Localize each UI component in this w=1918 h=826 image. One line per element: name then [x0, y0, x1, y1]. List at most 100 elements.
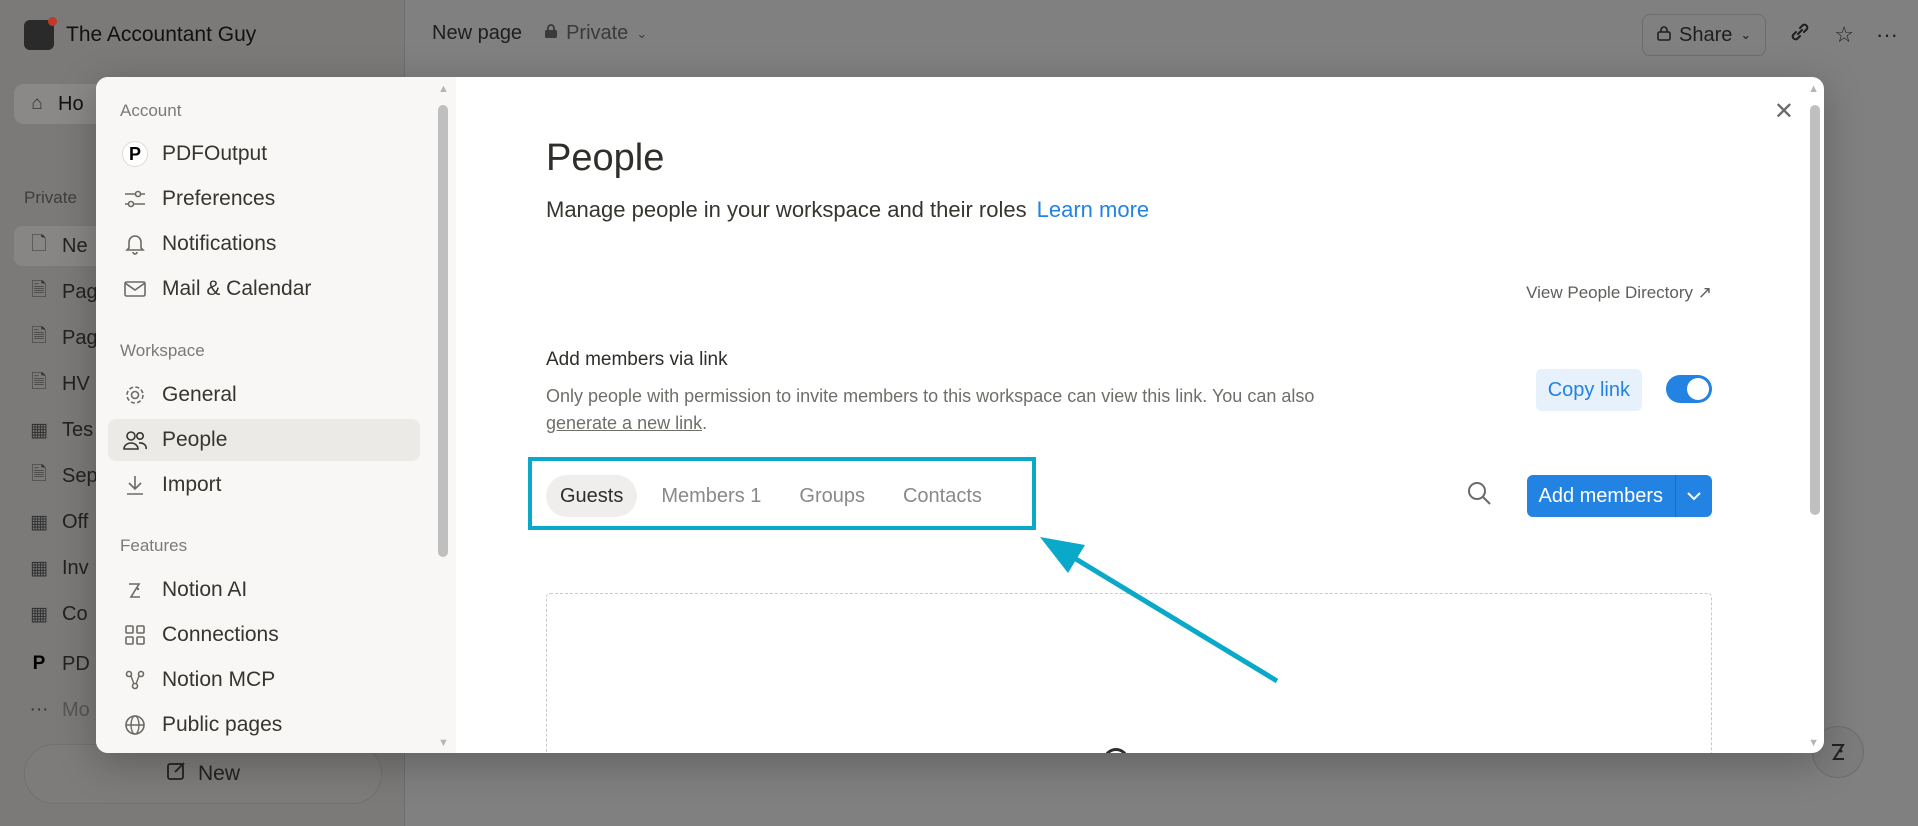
guests-empty-state [546, 593, 1712, 753]
chevron-down-icon[interactable] [1676, 475, 1712, 517]
invite-link-description-text: Only people with permission to invite me… [546, 386, 1315, 406]
settings-item-import[interactable]: Import [108, 464, 420, 506]
settings-item-label: General [162, 383, 237, 406]
chevron-down-icon: ⌄ [1740, 27, 1752, 42]
page-icon: 🗎 [31, 326, 47, 347]
sliders-icon [122, 190, 148, 208]
scroll-up-arrow-icon[interactable]: ▲ [438, 83, 449, 95]
pdfoutput-logo-icon: P [122, 141, 148, 167]
table-icon: ▦ [30, 419, 48, 441]
settings-item-mail-calendar[interactable]: Mail & Calendar [108, 268, 420, 310]
table-icon: ▦ [30, 603, 48, 625]
workspace-switcher[interactable]: The Accountant Guy [24, 17, 257, 50]
page-title[interactable]: New page [432, 22, 522, 45]
sidebar-page-label: Sep [62, 464, 98, 487]
features-section-heading: Features [120, 536, 188, 555]
settings-item-label: Preferences [162, 187, 276, 210]
share-button[interactable]: Share ⌄ [1642, 14, 1767, 56]
sidebar-page-label: Pag [62, 280, 98, 303]
settings-item-pdfoutput[interactable]: P PDFOutput [108, 133, 420, 175]
settings-item-notion-mcp[interactable]: Notion MCP [108, 659, 420, 701]
chevron-down-icon: ⌄ [636, 25, 648, 41]
settings-item-connections[interactable]: Connections [108, 614, 420, 656]
page-title: People [546, 137, 665, 179]
sidebar-page-label: HV [62, 372, 90, 395]
people-subtitle: Manage people in your workspace and thei… [546, 197, 1149, 223]
settings-item-label: Mail & Calendar [162, 277, 312, 300]
account-section-heading: Account [120, 101, 182, 120]
sidebar-page-label: PD [62, 652, 90, 675]
view-people-directory-link[interactable]: View People Directory ↗ [1526, 283, 1712, 303]
search-icon[interactable] [1466, 480, 1492, 511]
workspace-section-heading: Workspace [120, 341, 205, 360]
sidebar-home-label: Ho [58, 92, 84, 115]
gear-icon [122, 384, 148, 406]
lock-icon [544, 22, 558, 45]
settings-item-notion-ai[interactable]: Notion AI [108, 569, 420, 611]
add-members-button[interactable]: Add members [1526, 475, 1712, 517]
settings-item-general[interactable]: General [108, 374, 420, 416]
mail-icon [122, 280, 148, 298]
subtitle-text: Manage people in your workspace and thei… [546, 197, 1027, 222]
settings-item-label: Notifications [162, 232, 277, 255]
settings-item-notifications[interactable]: Notifications [108, 223, 420, 265]
star-icon[interactable]: ☆ [1834, 22, 1854, 48]
settings-item-label: Public pages [162, 713, 283, 736]
generate-new-link[interactable]: generate a new link [546, 413, 702, 433]
sidebar-page-label: Inv [62, 556, 89, 579]
settings-sidebar: ▲ ▼ Account P PDFOutput Preferences Noti… [96, 77, 456, 753]
table-icon: ▦ [30, 511, 48, 533]
sidebar-page-label: Off [62, 510, 89, 533]
sidebar-more-label: Mo [62, 698, 90, 721]
download-icon [122, 474, 148, 496]
compose-icon [166, 760, 188, 788]
learn-more-link[interactable]: Learn more [1037, 197, 1150, 222]
copy-link-button[interactable]: Copy link [1535, 369, 1642, 411]
grid-icon [122, 625, 148, 645]
sidebar-page-label: Co [62, 602, 88, 625]
pdfoutput-logo-icon: P [32, 653, 46, 674]
workspace-name: The Accountant Guy [66, 23, 257, 46]
people-settings-panel: ▲ ▼ ✕ People Manage people in your works… [456, 77, 1824, 753]
privacy-selector[interactable]: Private ⌄ [544, 22, 647, 45]
page-icon: 🗋 [31, 234, 47, 255]
scroll-down-arrow-icon[interactable]: ▼ [1808, 737, 1819, 749]
tabs-highlight-annotation [528, 457, 1036, 530]
settings-item-label: PDFOutput [162, 142, 268, 165]
home-icon: ⌂ [31, 93, 43, 114]
period: . [702, 413, 708, 433]
new-page-label: New [197, 762, 240, 785]
more-options-icon[interactable]: ··· [1876, 22, 1898, 48]
link-icon[interactable] [1788, 20, 1812, 50]
share-label: Share [1679, 23, 1733, 46]
settings-item-preferences[interactable]: Preferences [108, 178, 420, 220]
settings-modal: ▲ ▼ Account P PDFOutput Preferences Noti… [96, 77, 1824, 753]
page-icon: 🗎 [31, 280, 47, 301]
scroll-down-arrow-icon[interactable]: ▼ [438, 737, 449, 749]
page-icon: 🗎 [31, 372, 47, 393]
privacy-label: Private [566, 22, 629, 44]
invite-link-toggle[interactable] [1666, 375, 1712, 403]
settings-item-label: Connections [162, 623, 279, 646]
add-members-label[interactable]: Add members [1527, 475, 1676, 517]
lock-icon [1657, 24, 1671, 47]
settings-content-scrollbar[interactable] [1810, 105, 1820, 515]
sidebar-page-label: Tes [62, 418, 94, 441]
scroll-up-arrow-icon[interactable]: ▲ [1808, 83, 1819, 95]
top-actions: Share ⌄ ☆ ··· [1642, 14, 1898, 56]
settings-item-public-pages[interactable]: Public pages [108, 704, 420, 746]
globe-icon [122, 714, 148, 736]
settings-sidebar-scrollbar[interactable] [438, 105, 448, 557]
settings-item-people[interactable]: People [108, 419, 420, 461]
settings-item-label: People [162, 428, 228, 451]
add-members-via-link-heading: Add members via link [546, 349, 728, 370]
workspace-avatar [24, 17, 57, 50]
table-icon: ▦ [30, 557, 48, 579]
sidebar-section-private: Private [24, 188, 77, 207]
settings-item-label: Import [162, 473, 222, 496]
empty-state-icon [1103, 748, 1129, 753]
people-icon [122, 430, 148, 450]
close-icon[interactable]: ✕ [1774, 97, 1794, 126]
notion-ai-face-icon [122, 579, 148, 601]
new-page-button[interactable]: New [24, 744, 382, 804]
